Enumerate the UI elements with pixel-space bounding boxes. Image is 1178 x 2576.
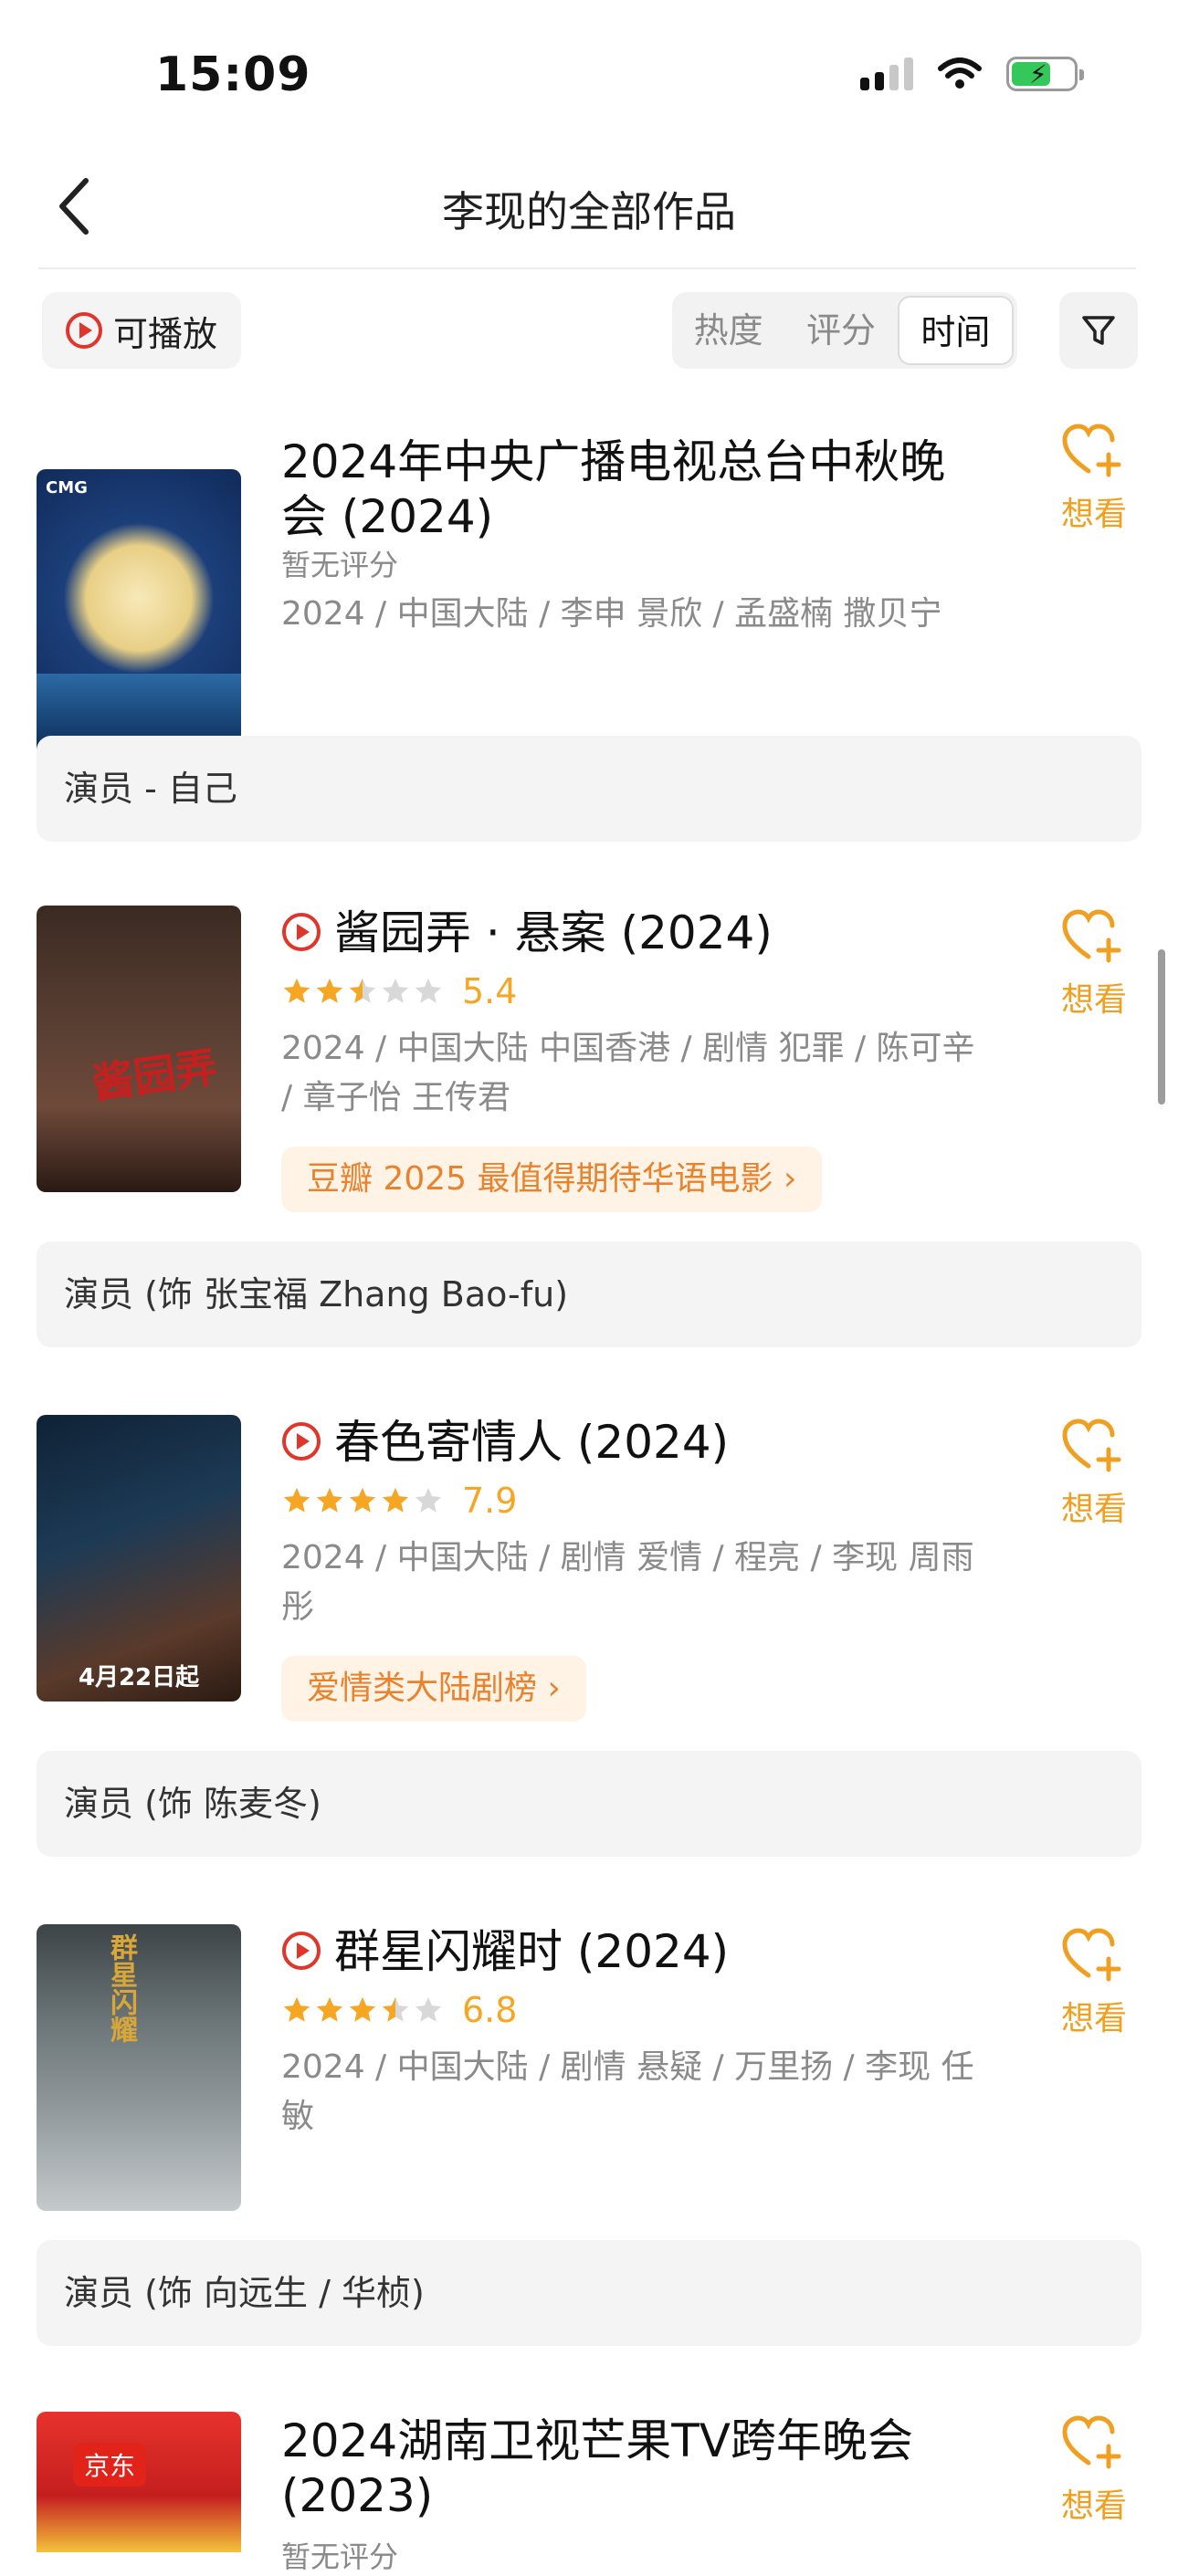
star-icon xyxy=(382,1487,409,1513)
poster-caption: 京东 xyxy=(73,2443,147,2487)
status-icons: ⚡ xyxy=(860,57,1084,91)
score: 7.9 xyxy=(462,1481,518,1521)
ranking-tag[interactable]: 爱情类大陆剧榜 › xyxy=(281,1656,586,1722)
play-icon xyxy=(282,913,321,951)
heart-plus-icon xyxy=(1062,2415,1121,2469)
filter-button[interactable] xyxy=(1059,292,1138,369)
heart-plus-icon xyxy=(1062,1419,1121,1472)
star-icon xyxy=(415,1996,442,2022)
playable-label: 可播放 xyxy=(112,313,217,354)
rating-row: 6.8 xyxy=(281,1990,517,2030)
star-icon xyxy=(415,978,442,1003)
role-bar: 演员 - 自己 xyxy=(37,736,1141,842)
want-button[interactable]: 想看 xyxy=(1048,907,1140,1021)
role-bar: 演员 (饰 陈麦冬) xyxy=(37,1751,1141,1857)
heart-plus-icon xyxy=(1062,424,1121,477)
sort-option-heat[interactable]: 热度 xyxy=(672,296,784,365)
star-icon xyxy=(283,1996,310,2022)
ranking-tag[interactable]: 豆瓣 2025 最值得期待华语电影 › xyxy=(281,1147,823,1212)
sort-option-rating[interactable]: 评分 xyxy=(784,296,897,365)
star-rating xyxy=(281,1485,444,1516)
work-title[interactable]: 2024湖南卫视芒果TV跨年晚会 (2023) xyxy=(281,2414,975,2523)
star-icon xyxy=(316,1996,343,2022)
want-label: 想看 xyxy=(1060,2487,1127,2525)
score: 5.4 xyxy=(462,971,518,1011)
star-icon xyxy=(316,1487,343,1513)
role-text: 演员 (饰 向远生 / 华桢) xyxy=(64,2273,425,2313)
sort-option-time[interactable]: 时间 xyxy=(897,296,1014,365)
poster-image[interactable]: 群星闪耀 xyxy=(37,1924,241,2211)
star-rating xyxy=(281,1995,444,2026)
want-label: 想看 xyxy=(1060,496,1127,533)
want-button[interactable]: 想看 xyxy=(1048,422,1140,535)
battery-icon: ⚡ xyxy=(1006,57,1084,91)
role-text: 演员 - 自己 xyxy=(64,769,237,809)
poster-caption: 4月22日起 xyxy=(78,1664,200,1691)
star-icon xyxy=(415,1487,442,1513)
work-title-row[interactable]: 群星闪耀时 (2024) xyxy=(281,1924,975,1979)
signal-icon xyxy=(860,58,913,90)
star-icon xyxy=(283,1487,310,1513)
work-meta: 2024 / 中国大陆 中国香港 / 剧情 犯罪 / 陈可辛 / 章子怡 王传君 xyxy=(281,1030,975,1116)
score: 6.8 xyxy=(462,1990,518,2030)
funnel-icon xyxy=(1082,316,1115,345)
work-title-row[interactable]: 酱园弄 · 悬案 (2024) xyxy=(281,906,975,960)
sort-segmented-control: 热度 评分 时间 xyxy=(672,292,1017,369)
work-meta: 2024 / 中国大陆 / 剧情 爱情 / 程亮 / 李现 周雨彤 xyxy=(281,1539,974,1626)
work-meta: 2024 / 中国大陆 / 剧情 悬疑 / 万里扬 / 李现 任敏 xyxy=(281,2048,974,2135)
playable-filter-button[interactable]: 可播放 xyxy=(42,292,241,369)
work-title-row[interactable]: 春色寄情人 (2024) xyxy=(281,1415,975,1470)
page-title: 李现的全部作品 xyxy=(442,187,736,236)
work-meta: 2024 / 中国大陆 / 李申 景欣 / 孟盛楠 撒贝宁 xyxy=(281,595,942,633)
role-bar: 演员 (饰 张宝福 Zhang Bao-fu) xyxy=(37,1241,1141,1347)
status-time: 15:09 xyxy=(155,47,311,102)
poster-image[interactable]: 酱园弄 xyxy=(37,906,241,1192)
star-rating xyxy=(281,976,444,1007)
star-icon xyxy=(349,978,376,1003)
want-label: 想看 xyxy=(1060,981,1127,1019)
role-bar: 演员 (饰 向远生 / 华桢) xyxy=(37,2240,1141,2346)
role-text: 演员 (饰 张宝福 Zhang Bao-fu) xyxy=(64,1274,569,1314)
wifi-icon xyxy=(938,58,982,89)
star-icon xyxy=(382,978,409,1003)
want-button[interactable]: 想看 xyxy=(1048,1926,1140,2039)
play-icon xyxy=(65,312,102,349)
scrollbar[interactable] xyxy=(1158,949,1165,1105)
role-text: 演员 (饰 陈麦冬) xyxy=(64,1784,321,1824)
work-title[interactable]: 群星闪耀时 (2024) xyxy=(334,1925,729,1978)
want-button[interactable]: 想看 xyxy=(1048,1417,1140,1530)
star-icon xyxy=(349,1996,376,2022)
play-icon xyxy=(282,1422,321,1461)
heart-plus-icon xyxy=(1062,909,1121,963)
poster-image[interactable]: 4月22日起 xyxy=(37,1415,241,1702)
play-icon xyxy=(282,1932,321,1970)
work-title[interactable]: 酱园弄 · 悬案 (2024) xyxy=(334,906,773,959)
poster-image[interactable]: CMG xyxy=(37,469,241,756)
star-icon xyxy=(382,1996,409,2022)
work-title[interactable]: 2024年中央广播电视总台中秋晚会 (2024) xyxy=(281,435,975,544)
want-button[interactable]: 想看 xyxy=(1048,2414,1140,2527)
want-label: 想看 xyxy=(1060,1491,1127,1528)
heart-plus-icon xyxy=(1062,1928,1121,1982)
rating-row: 7.9 xyxy=(281,1481,517,1521)
rating-text: 暂无评分 xyxy=(281,548,399,582)
star-icon xyxy=(349,1487,376,1513)
star-icon xyxy=(316,978,343,1003)
want-label: 想看 xyxy=(1060,2000,1127,2037)
nav-divider xyxy=(38,267,1136,269)
rating-text: 暂无评分 xyxy=(281,2539,399,2574)
poster-image[interactable]: 京东 xyxy=(37,2412,241,2552)
rating-row: 5.4 xyxy=(281,971,517,1011)
star-icon xyxy=(283,978,310,1003)
work-title[interactable]: 春色寄情人 (2024) xyxy=(334,1416,729,1469)
